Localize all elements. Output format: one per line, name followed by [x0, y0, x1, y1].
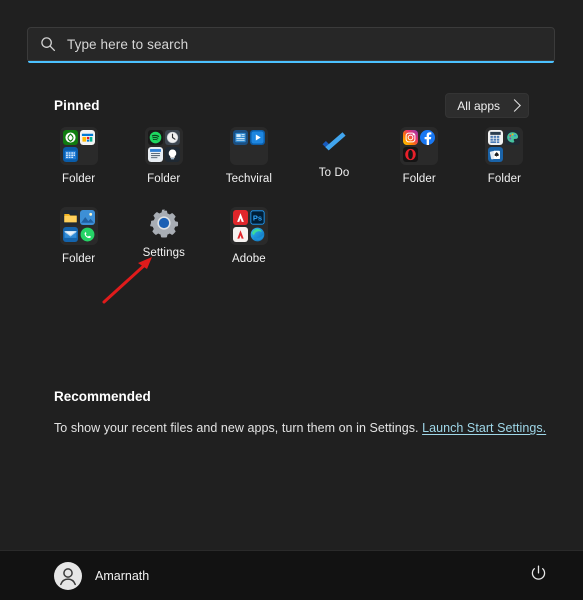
solitaire-icon: [488, 147, 504, 162]
microsoft-todo-icon: [318, 127, 350, 159]
folder-icon-group: Ps: [229, 207, 268, 245]
media-player-icon: [249, 130, 265, 145]
user-name-label: Amarnath: [95, 568, 150, 583]
opera-icon: [403, 147, 419, 162]
folder-slot-empty: [420, 147, 435, 162]
file-explorer-icon: [62, 210, 78, 225]
user-avatar-icon: [54, 561, 82, 590]
pinned-tile-folder-2[interactable]: Folder: [121, 123, 206, 189]
recommended-empty-text: To show your recent files and new apps, …: [54, 421, 419, 435]
power-button[interactable]: [523, 561, 553, 591]
pinned-tile-label: Settings: [142, 247, 185, 259]
illustrator-icon: [232, 227, 248, 242]
pinned-tile-folder-essentials[interactable]: Folder: [36, 203, 121, 269]
pinned-tile-folder-1[interactable]: Folder: [36, 123, 121, 189]
pinned-tile-settings[interactable]: Settings: [121, 203, 206, 269]
all-apps-button[interactable]: All apps: [445, 93, 529, 118]
pinned-header: Pinned All apps: [54, 93, 529, 118]
pinned-tile-folder-social[interactable]: Folder: [377, 123, 462, 189]
folder-slot-empty: [250, 147, 265, 162]
pinned-tile-to-do[interactable]: To Do: [291, 123, 376, 189]
pinned-tile-label: Folder: [61, 253, 96, 265]
search-icon: [40, 36, 56, 52]
folder-icon-group: [485, 127, 524, 165]
pinned-tile-label: Folder: [61, 173, 96, 185]
adobe-acrobat-icon: [232, 210, 248, 225]
search-bar[interactable]: Type here to search: [27, 27, 555, 63]
search-focus-underline: [28, 61, 554, 63]
photos-icon: [79, 210, 95, 225]
pinned-tile-adobe[interactable]: Ps Adobe: [206, 203, 291, 269]
svg-text:Ps: Ps: [253, 214, 262, 223]
folder-slot-empty: [233, 147, 248, 162]
clock-icon: [164, 130, 180, 145]
user-account-button[interactable]: Amarnath: [52, 558, 157, 594]
power-icon: [529, 564, 548, 588]
pinned-tile-label: Folder: [402, 173, 436, 185]
recommended-empty-state: To show your recent files and new apps, …: [54, 421, 546, 435]
facebook-icon: [420, 130, 436, 145]
recommended-title: Recommended: [54, 389, 151, 404]
pinned-tile-label: Folder: [487, 173, 521, 185]
spotify-icon: [147, 130, 163, 145]
search-input-container[interactable]: Type here to search: [27, 27, 555, 61]
search-input[interactable]: Type here to search: [67, 37, 188, 52]
photoshop-icon: Ps: [249, 210, 265, 225]
start-menu-footer: Amarnath: [0, 550, 583, 600]
folder-icon-group: [400, 127, 439, 165]
pinned-title: Pinned: [54, 98, 100, 113]
folder-icon-group: [229, 127, 268, 165]
tips-icon: [164, 147, 180, 162]
calendar-icon: [62, 147, 78, 162]
settings-gear-icon: [148, 207, 180, 239]
pinned-tile-techviral[interactable]: Techviral: [206, 123, 291, 189]
pinned-tile-label: Folder: [147, 173, 181, 185]
calculator-icon: [488, 130, 504, 145]
sticky-notes-icon: [147, 147, 163, 162]
folder-slot-empty: [505, 147, 520, 162]
instagram-icon: [403, 130, 419, 145]
paint-icon: [505, 130, 521, 145]
launch-start-settings-link[interactable]: Launch Start Settings.: [422, 421, 546, 435]
start-menu: Type here to search Pinned All apps Fold…: [0, 0, 583, 600]
folder-icon-group: [144, 127, 183, 165]
folder-icon-group: [59, 127, 98, 165]
xbox-icon: [62, 130, 78, 145]
pinned-tile-folder-utilities[interactable]: Folder: [462, 123, 547, 189]
all-apps-label: All apps: [457, 98, 500, 113]
mail-icon: [62, 227, 78, 242]
pinned-tile-label: Techviral: [225, 173, 273, 185]
pinned-tile-label: Adobe: [232, 253, 266, 265]
pinned-apps-grid: Folder Folder Techviral To Do Folder Fol…: [36, 123, 547, 269]
edge-icon: [250, 227, 265, 242]
folder-slot-empty: [80, 147, 95, 162]
microsoft-store-icon: [79, 130, 95, 145]
whatsapp-icon: [80, 227, 95, 242]
folder-icon-group: [59, 207, 98, 245]
pinned-tile-label: To Do: [318, 167, 350, 179]
news-icon: [232, 130, 248, 145]
chevron-right-icon: [508, 98, 521, 112]
